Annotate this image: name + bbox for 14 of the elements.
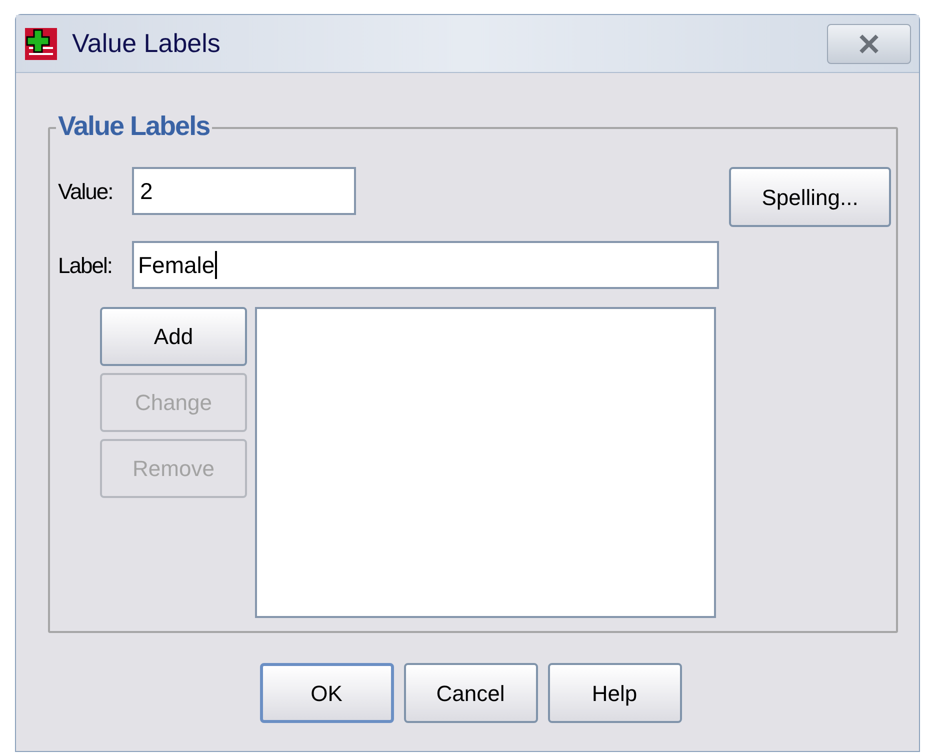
value-field[interactable]: 2 <box>132 167 356 215</box>
app-icon <box>24 26 58 60</box>
label-field[interactable]: Female <box>132 241 719 289</box>
close-button[interactable] <box>827 24 911 64</box>
button[interactable]: Cancel <box>404 663 538 723</box>
button[interactable]: Spelling... <box>729 167 891 227</box>
label-list[interactable] <box>255 307 716 618</box>
button[interactable]: Add <box>100 307 247 366</box>
window-title: Value Labels <box>72 27 220 60</box>
field-label: Label: <box>58 252 113 280</box>
button[interactable]: OK <box>260 663 394 723</box>
button[interactable]: Help <box>548 663 682 723</box>
field-label: Value: <box>58 178 114 206</box>
close-icon <box>858 34 880 54</box>
